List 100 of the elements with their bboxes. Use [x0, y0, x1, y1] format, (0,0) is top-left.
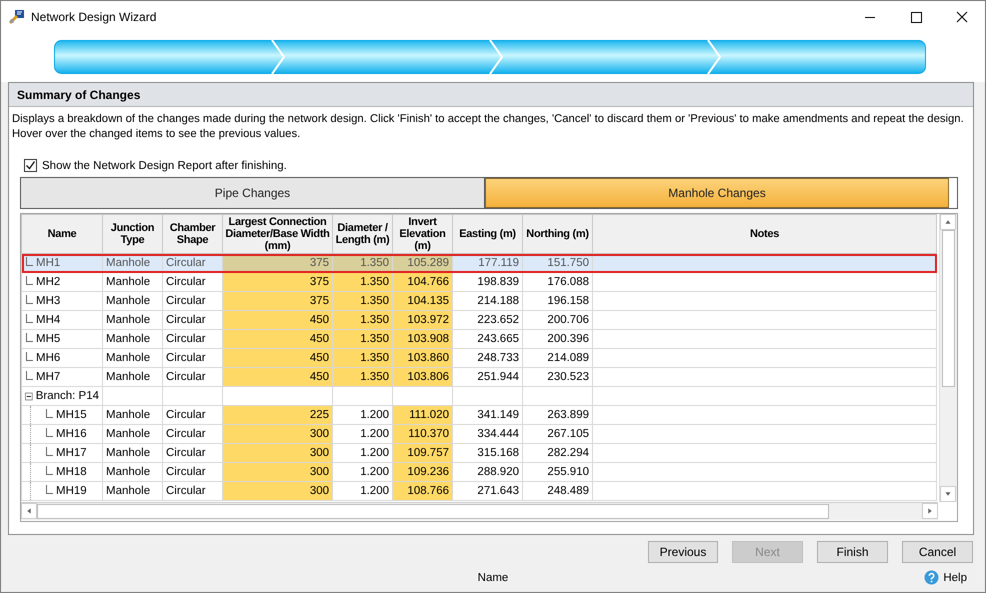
table-cell: 263.899: [522, 406, 592, 424]
tab[interactable]: Pipe Changes: [21, 178, 485, 208]
app-icon: [9, 8, 25, 24]
table-row[interactable]: MH16 Manhole Circular 300 1.200 110.370 334.444 267.105: [22, 424, 936, 444]
table-row[interactable]: MH6 Manhole Circular 450 1.350 103.860 248.733 214.089: [22, 348, 936, 368]
table-cell: 196.158: [522, 292, 592, 310]
manhole-name: MH1: [36, 257, 60, 269]
vertical-scrollbar[interactable]: [939, 214, 957, 502]
column-header[interactable]: Notes: [592, 214, 936, 254]
help-link[interactable]: Help: [924, 570, 967, 585]
collapse-icon[interactable]: [25, 392, 33, 400]
table-cell: 282.294: [522, 444, 592, 462]
table-cell: Manhole: [102, 348, 162, 368]
table-cell: Manhole: [102, 368, 162, 386]
table-cell: 103.806: [392, 368, 452, 386]
manhole-name: MH6: [36, 352, 60, 364]
column-header[interactable]: Northing (m): [522, 214, 592, 254]
tree-line-icon: [25, 352, 33, 364]
tree-line-icon: [25, 314, 33, 326]
table-cell: 300: [222, 424, 332, 444]
table-cell: 315.168: [452, 444, 522, 462]
manhole-name: MH3: [36, 295, 60, 307]
table-row[interactable]: MH2 Manhole Circular 375 1.350 104.766 198.839 176.088: [22, 272, 936, 292]
table-cell: 105.289: [392, 254, 452, 272]
table-row[interactable]: MH7 Manhole Circular 450 1.350 103.806 251.944 230.523: [22, 368, 936, 386]
scroll-right-icon[interactable]: [922, 503, 938, 519]
table-cell: Manhole: [102, 330, 162, 348]
table-cell: 1.350: [332, 292, 392, 310]
manhole-name: MH15: [56, 409, 87, 421]
table-cell: Manhole: [102, 406, 162, 424]
tree-line-icon: [25, 295, 33, 307]
table-cell: 375: [222, 292, 332, 310]
tree-line-icon: [45, 447, 53, 459]
table-cell: 1.350: [332, 272, 392, 292]
table-cell: 1.350: [332, 368, 392, 386]
checkbox[interactable]: [24, 159, 37, 172]
table-row[interactable]: MH15 Manhole Circular 225 1.200 111.020 341.149 263.899: [22, 406, 936, 424]
table-row[interactable]: MH19 Manhole Circular 300 1.200 108.766 271.643 248.489: [22, 482, 936, 500]
column-header[interactable]: Junction Type: [102, 214, 162, 254]
column-header[interactable]: Diameter / Length (m): [332, 214, 392, 254]
table-cell: 300: [222, 462, 332, 482]
table-row[interactable]: MH3 Manhole Circular 375 1.350 104.135 214.188 196.158: [22, 292, 936, 310]
column-header[interactable]: Easting (m): [452, 214, 522, 254]
tree-line-icon: [45, 428, 53, 440]
table-cell: 1.350: [332, 348, 392, 368]
table-cell: 375: [222, 254, 332, 272]
column-header[interactable]: Chamber Shape: [162, 214, 222, 254]
table-cell: 375: [222, 272, 332, 292]
checkbox-label[interactable]: Show the Network Design Report after finishing.: [42, 160, 287, 172]
scroll-down-icon[interactable]: [940, 486, 956, 502]
table-row[interactable]: MH17 Manhole Circular 300 1.200 109.757 315.168 282.294: [22, 444, 936, 462]
scroll-left-icon[interactable]: [21, 503, 37, 519]
table-cell: Manhole: [102, 482, 162, 500]
wizard-button[interactable]: Cancel: [902, 541, 973, 563]
manhole-name: MH7: [36, 371, 60, 383]
table-row[interactable]: MH1 Manhole Circular 375 1.350 105.289 177.119 151.750: [22, 254, 936, 272]
table-row[interactable]: MH18 Manhole Circular 300 1.200 109.236 288.920 255.910: [22, 462, 936, 482]
manhole-name: MH2: [36, 276, 60, 288]
scroll-thumb[interactable]: [942, 230, 955, 387]
table-cell: 300: [222, 482, 332, 500]
table-cell: 267.105: [522, 424, 592, 444]
table-cell: Manhole: [102, 444, 162, 462]
tree-line-icon: [45, 466, 53, 478]
manhole-name: MH17: [56, 447, 87, 459]
table-cell: 104.135: [392, 292, 452, 310]
table-cell: 108.766: [392, 482, 452, 500]
table-cell: Manhole: [102, 272, 162, 292]
table-cell: 288.920: [452, 462, 522, 482]
tab[interactable]: Manhole Changes: [485, 178, 949, 208]
column-header[interactable]: Name: [22, 214, 102, 254]
table-cell: 104.766: [392, 272, 452, 292]
table-cell: 243.665: [452, 330, 522, 348]
scroll-up-icon[interactable]: [940, 214, 956, 230]
tree-line-icon: [25, 371, 33, 383]
help-icon[interactable]: [924, 570, 940, 585]
table-cell: 255.910: [522, 462, 592, 482]
horizontal-scrollbar[interactable]: [21, 502, 938, 520]
table-cell: 450: [222, 330, 332, 348]
wizard-button[interactable]: Previous: [648, 541, 718, 563]
wizard-button[interactable]: Finish: [817, 541, 888, 563]
column-header[interactable]: Invert Elevation (m): [392, 214, 452, 254]
table-cell: 214.188: [452, 292, 522, 310]
table-cell: 248.489: [522, 482, 592, 500]
scroll-thumb[interactable]: [37, 504, 829, 519]
table-cell: 341.149: [452, 406, 522, 424]
table-cell: 334.444: [452, 424, 522, 444]
table-cell: Manhole: [102, 292, 162, 310]
table-cell: 300: [222, 444, 332, 462]
table-cell: 251.944: [452, 368, 522, 386]
table-cell: 223.652: [452, 310, 522, 330]
table-cell: 110.370: [392, 424, 452, 444]
table-cell: Circular: [162, 254, 222, 272]
table-cell: 1.350: [332, 254, 392, 272]
table-cell: 248.733: [452, 348, 522, 368]
table-cell: 103.860: [392, 348, 452, 368]
table-row[interactable]: MH4 Manhole Circular 450 1.350 103.972 223.652 200.706: [22, 310, 936, 330]
column-header[interactable]: Largest Connection Diameter/Base Width (mm): [222, 214, 332, 254]
table-cell: 214.089: [522, 348, 592, 368]
table-row[interactable]: MH5 Manhole Circular 450 1.350 103.908 243.665 200.396: [22, 330, 936, 348]
table-cell: 450: [222, 348, 332, 368]
